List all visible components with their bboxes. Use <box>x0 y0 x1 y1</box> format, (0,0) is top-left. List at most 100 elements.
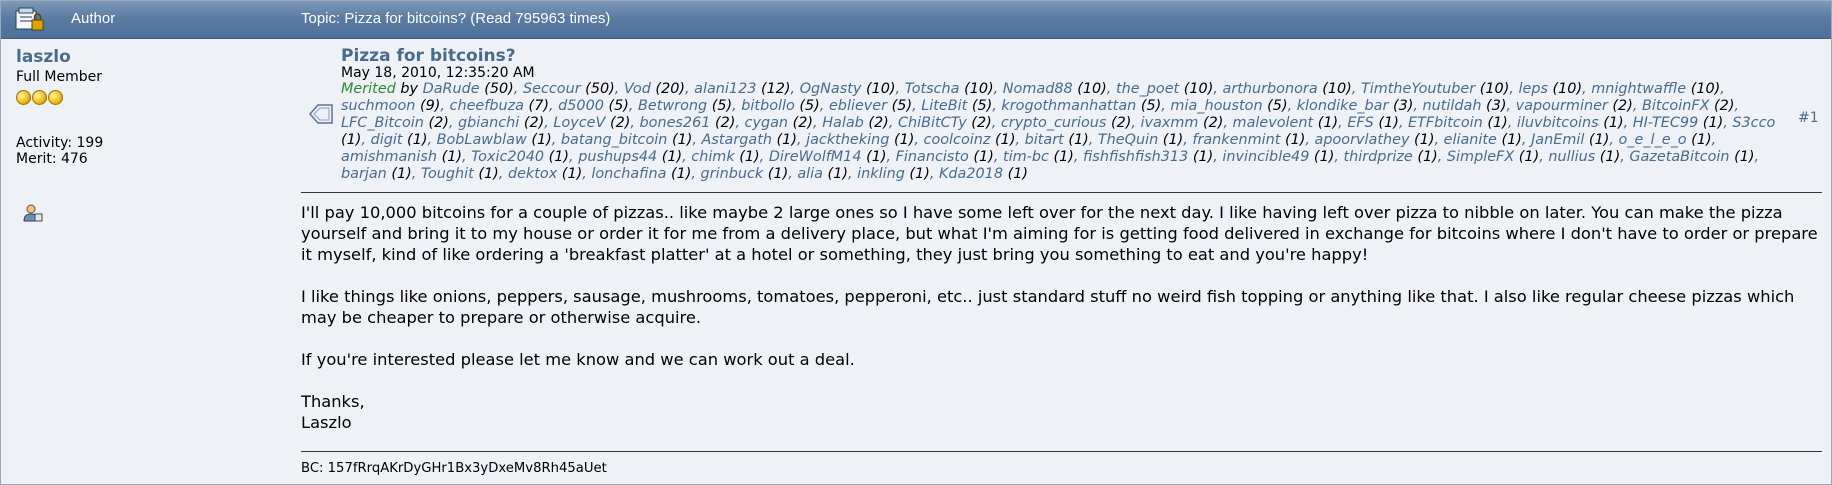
merit-user-link[interactable]: amishmanish <box>341 149 437 165</box>
merit-user-link[interactable]: fishfishfish313 <box>1083 149 1188 165</box>
merit-count: (2) <box>966 115 992 131</box>
merit-user-link[interactable]: S3cco <box>1732 115 1775 131</box>
merit-user-link[interactable]: TimtheYoutuber <box>1361 81 1475 97</box>
merit-user-link[interactable]: OgNasty <box>800 81 862 97</box>
merit-user-link[interactable]: vapourminer <box>1516 98 1608 114</box>
merit-user-link[interactable]: chimk <box>691 149 734 165</box>
merit-user-link[interactable]: TheQuin <box>1098 132 1158 148</box>
merit-user-link[interactable]: malevolent <box>1233 115 1314 131</box>
merit-user-link[interactable]: Betwrong <box>638 98 707 114</box>
merit-user-link[interactable]: coolcoinz <box>924 132 991 148</box>
merit-user-link[interactable]: cheefbuza <box>450 98 524 114</box>
merit-count-value: 3 <box>1398 98 1408 114</box>
view-profile-icon[interactable] <box>23 203 43 223</box>
merit-user-link[interactable]: grinbuck <box>701 166 764 182</box>
merit-user-link[interactable]: DaRude <box>423 81 480 97</box>
merit-user-link[interactable]: inkling <box>857 166 905 182</box>
merit-user-link[interactable]: batang_bitcoin <box>561 132 667 148</box>
merit-user-link[interactable]: Toxic2040 <box>471 149 544 165</box>
merit-count: (1) <box>473 166 499 182</box>
merit-user-link[interactable]: DireWolfM14 <box>769 149 862 165</box>
merit-count: (5) <box>1262 98 1288 114</box>
merit-user-link[interactable]: Astargath <box>702 132 772 148</box>
merit-user-link[interactable]: arthurbonora <box>1223 81 1318 97</box>
merit-user-link[interactable]: apoorvlathey <box>1315 132 1410 148</box>
post-number-link[interactable]: #1 <box>1798 110 1819 126</box>
merit-user-link[interactable]: o_e_l_e_o <box>1619 132 1687 148</box>
merit-user-link[interactable]: HI-TEC99 <box>1633 115 1698 131</box>
merit-user-link[interactable]: mnightwaffle <box>1591 81 1686 97</box>
merit-user-link[interactable]: bones261 <box>640 115 711 131</box>
merit-user-link[interactable]: frankenmint <box>1192 132 1280 148</box>
merit-user-link[interactable]: BitcoinFX <box>1642 98 1709 114</box>
merit-count: (10) <box>1072 81 1107 97</box>
merit-count: (1) <box>822 166 848 182</box>
merit-count-value: 1 <box>979 149 989 165</box>
merit-count-value: 12 <box>766 81 785 97</box>
merit-user-link[interactable]: thirdprize <box>1344 149 1413 165</box>
merit-user-link[interactable]: lonchafina <box>591 166 666 182</box>
merit-user-link[interactable]: gbianchi <box>458 115 519 131</box>
merit-user-link[interactable]: invincible49 <box>1222 149 1309 165</box>
merited-label[interactable]: Merited <box>341 81 396 97</box>
merit-user-link[interactable]: Financisto <box>896 149 969 165</box>
merit-user-link[interactable]: bitbollo <box>741 98 795 114</box>
merit-user-link[interactable]: barjan <box>341 166 387 182</box>
merit-count-value: 1 <box>1384 115 1394 131</box>
merit-count: (1) <box>1373 115 1399 131</box>
merit-user-link[interactable]: GazetaBitcoin <box>1629 149 1729 165</box>
merit-user-link[interactable]: jacktheking <box>806 132 889 148</box>
merit-user-link[interactable]: JanEmil <box>1531 132 1584 148</box>
merit-count-value: 5 <box>717 98 727 114</box>
post-title[interactable]: Pizza for bitcoins? <box>341 46 516 66</box>
merit-user-link[interactable]: alia <box>797 166 823 182</box>
merit-user-link[interactable]: SimpleFX <box>1447 149 1514 165</box>
merit-count: (10) <box>959 81 994 97</box>
merit-user-link[interactable]: cygan <box>745 115 789 131</box>
merit-user-link[interactable]: crypto_curious <box>1001 115 1107 131</box>
merit-count: (2) <box>1106 115 1132 131</box>
merit-user-link[interactable]: BobLawblaw <box>437 132 527 148</box>
merit-count: (2) <box>863 115 889 131</box>
merit-user-link[interactable]: ChiBitCTy <box>898 115 967 131</box>
merit-count-value: 5 <box>1146 98 1156 114</box>
merit-user-link[interactable]: elianite <box>1444 132 1497 148</box>
merit-user-link[interactable]: mia_houston <box>1170 98 1262 114</box>
merit-user-link[interactable]: dektox <box>508 166 557 182</box>
merit-user-link[interactable]: iluvbitcoins <box>1517 115 1599 131</box>
merit-user-link[interactable]: Toughit <box>421 166 474 182</box>
merit-count-value: 1 <box>1524 149 1534 165</box>
merit-user-link[interactable]: Kda2018 <box>939 166 1003 182</box>
merit-user-link[interactable]: klondike_bar <box>1297 98 1389 114</box>
merit-user-link[interactable]: Vod <box>624 81 651 97</box>
merit-user-link[interactable]: LoyceV <box>553 115 605 131</box>
merit-user-link[interactable]: Nomad88 <box>1003 81 1073 97</box>
merit-count-value: 5 <box>897 98 907 114</box>
merit-user-link[interactable]: nutildah <box>1423 98 1482 114</box>
merit-user-link[interactable]: Halab <box>822 115 864 131</box>
poster-name-link[interactable]: laszlo <box>16 47 71 67</box>
merit-user-link[interactable]: suchmoon <box>341 98 415 114</box>
merit-user-link[interactable]: the_poet <box>1116 81 1179 97</box>
merit-user-link[interactable]: ebliever <box>829 98 887 114</box>
merit-count-value: 7 <box>534 98 544 114</box>
merit-count: (1) <box>657 149 683 165</box>
merit-user-link[interactable]: d5000 <box>558 98 604 114</box>
topic-header-bar: Author Topic: Pizza for bitcoins? (Read … <box>1 1 1831 39</box>
merit-user-link[interactable]: LiteBit <box>921 98 967 114</box>
merit-user-link[interactable]: LFC_Bitcoin <box>341 115 424 131</box>
merit-user-link[interactable]: pushups44 <box>578 149 657 165</box>
merit-user-link[interactable]: Seccour <box>523 81 581 97</box>
merit-user-link[interactable]: EFS <box>1347 115 1374 131</box>
merit-user-link[interactable]: ETFbitcoin <box>1408 115 1483 131</box>
merit-user-link[interactable]: bitart <box>1025 132 1064 148</box>
merit-user-link[interactable]: leps <box>1518 81 1547 97</box>
merit-user-link[interactable]: alani123 <box>694 81 756 97</box>
merit-user-link[interactable]: ivaxmm <box>1141 115 1199 131</box>
merit-user-link[interactable]: Totscha <box>905 81 960 97</box>
merit-user-link[interactable]: krogothmanhattan <box>1001 98 1136 114</box>
merit-user-link[interactable]: digit <box>371 132 403 148</box>
merit-count: (1) <box>1598 115 1624 131</box>
merit-user-link[interactable]: nullius <box>1548 149 1595 165</box>
merit-user-link[interactable]: tim-bc <box>1003 149 1049 165</box>
